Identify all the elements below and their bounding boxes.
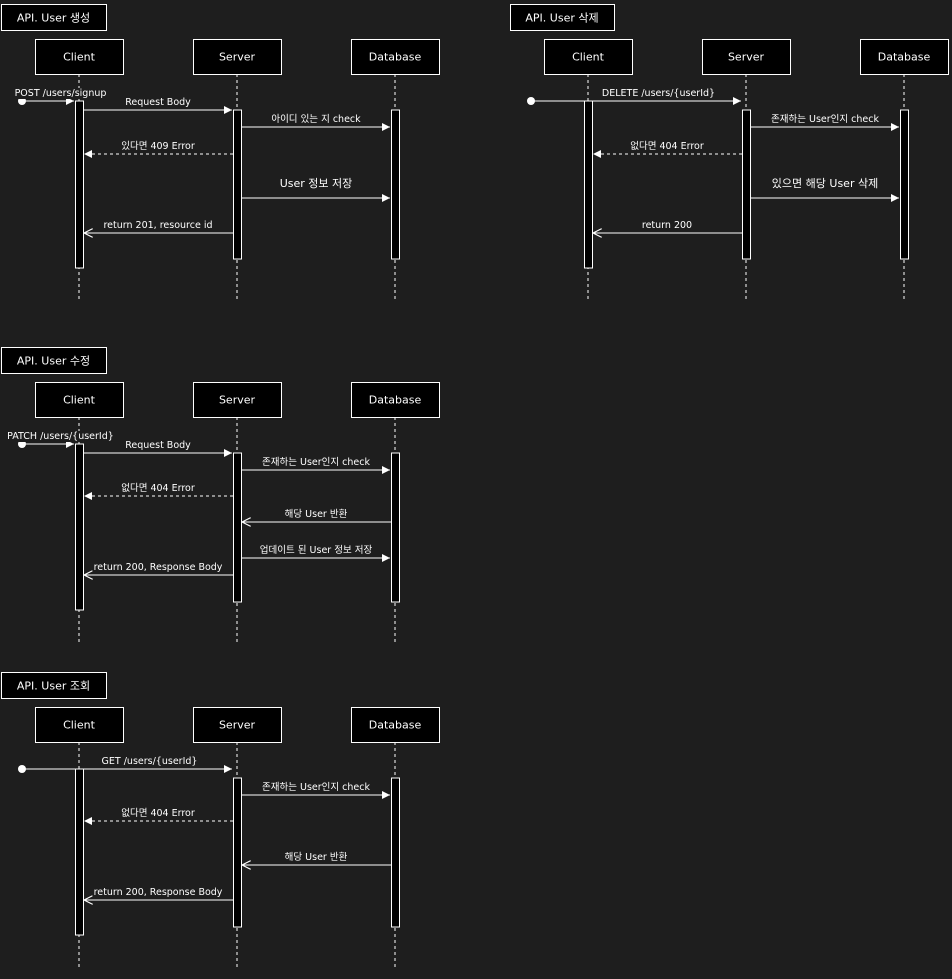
message-label: 해당 User 반환 [285, 851, 348, 863]
message-label: Request Body [125, 97, 191, 108]
diagram-title: API. User 수정 [17, 355, 90, 368]
participant-server-label: Server [219, 394, 256, 407]
message-label: 아이디 있는 지 check [271, 113, 361, 125]
message-label: 없다면 404 Error [121, 482, 195, 494]
message-label: 존재하는 User인지 check [262, 456, 370, 468]
diagram-title: API. User 조회 [17, 680, 90, 693]
message-label: return 201, resource id [103, 220, 212, 231]
participant-database-label: Database [369, 394, 422, 407]
activation-bar-database [900, 109, 909, 260]
sequence-diagram-2: API. User 삭제 Client Server Database DELETE /… [510, 4, 949, 302]
activation-bar-database [391, 452, 400, 603]
activation-bar-server [742, 109, 751, 260]
message-label: 업데이트 된 User 정보 저장 [260, 544, 373, 556]
participant-database-label: Database [878, 51, 931, 64]
message-label: GET /users/{userId} [102, 756, 198, 767]
message-label: return 200, Response Body [94, 562, 223, 573]
sequence-diagram-3: API. User 수정 Client Server Database PATCH /u… [1, 347, 440, 645]
participant-client-label: Client [63, 394, 96, 407]
diagram-title: API. User 삭제 [525, 12, 598, 25]
sequence-diagram-1: API. User 생성 Client Server Database POST /us… [1, 4, 440, 302]
message-label: 있다면 409 Error [121, 140, 195, 152]
message-label: DELETE /users/{userId} [602, 88, 715, 99]
activation-bar-database [391, 777, 400, 928]
activation-bar-database [391, 109, 400, 260]
message-label: return 200, Response Body [94, 887, 223, 898]
message-label: PATCH /users/{userId} [7, 431, 114, 442]
participant-server-label: Server [728, 51, 765, 64]
participant-client-label: Client [63, 719, 96, 732]
activation-bar-client [75, 100, 84, 269]
participant-database-label: Database [369, 51, 422, 64]
activation-bar-client [75, 443, 84, 611]
activation-bar-server [233, 452, 242, 603]
activation-bar-client [75, 768, 84, 936]
diagram-title: API. User 생성 [17, 12, 90, 25]
diagram-canvas: API. User 생성 Client Server Database POST /us… [1, 4, 949, 970]
participant-client-label: Client [572, 51, 605, 64]
participant-client-label: Client [63, 51, 96, 64]
message-label: 해당 User 반환 [285, 508, 348, 520]
message-label: Request Body [125, 440, 191, 451]
sequence-diagram-4: API. User 조회 Client Server Database GET /use… [1, 672, 440, 970]
participant-server-label: Server [219, 719, 256, 732]
message-label: 없다면 404 Error [630, 140, 704, 152]
message-label: POST /users/signup [15, 88, 107, 99]
message-label: 없다면 404 Error [121, 807, 195, 819]
message-label: 존재하는 User인지 check [262, 781, 370, 793]
participant-database-label: Database [369, 719, 422, 732]
message-label: 있으면 해당 User 삭제 [772, 176, 878, 190]
activation-bar-server [233, 777, 242, 928]
message-label: User 정보 저장 [280, 177, 353, 190]
participant-server-label: Server [219, 51, 256, 64]
activation-bar-server [233, 109, 242, 260]
message-label: 존재하는 User인지 check [771, 113, 879, 125]
message-label: return 200 [642, 220, 692, 231]
activation-bar-client [584, 100, 593, 269]
